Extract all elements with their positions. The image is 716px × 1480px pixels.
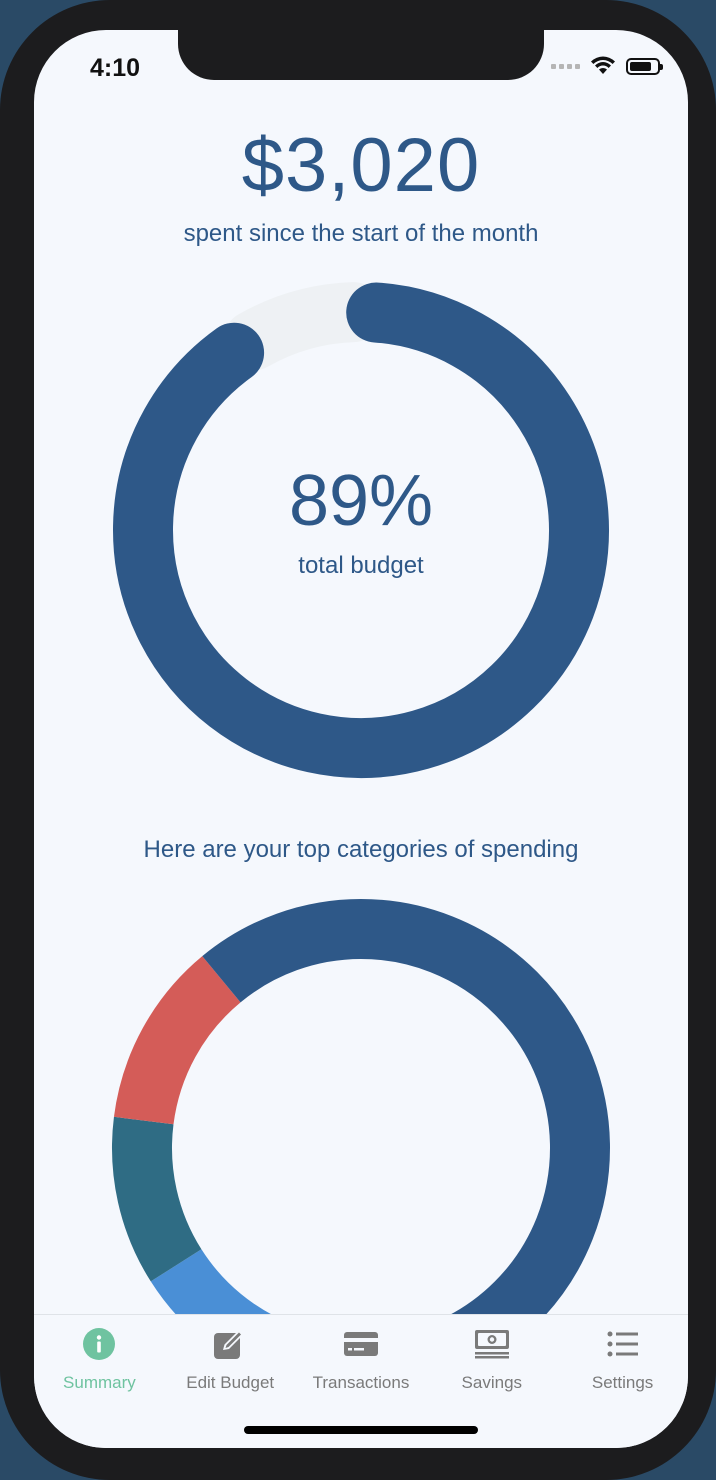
wifi-icon [591, 56, 615, 74]
budget-caption: total budget [298, 552, 424, 579]
tab-savings-label: Savings [461, 1373, 523, 1392]
cellular-signal-icon [551, 63, 580, 69]
budget-percent: 89% [288, 461, 434, 541]
battery-icon [626, 57, 663, 75]
donut-slice-4 [113, 956, 242, 1125]
tab-summary[interactable]: Summary [34, 1315, 165, 1448]
tab-transactions-label: Transactions [312, 1373, 410, 1392]
money-icon [474, 1327, 510, 1361]
tab-summary-label: Summary [63, 1373, 136, 1392]
tab-settings-label: Settings [591, 1373, 654, 1392]
spent-amount: $3,020 [241, 123, 481, 208]
credit-card-icon [343, 1327, 379, 1361]
donut-slice-3 [112, 1116, 202, 1282]
spent-caption: spent since the start of the month [183, 220, 539, 247]
edit-icon [213, 1327, 247, 1361]
donut-slice-5 [202, 899, 362, 1003]
phone-frame: 4:10 $3,020 spent since the start of the… [0, 0, 716, 1480]
status-time: 4:10 [90, 54, 141, 82]
tab-edit-budget-label: Edit Budget [186, 1373, 275, 1392]
status-icons [551, 56, 663, 76]
category-donut-chart [112, 899, 610, 1316]
list-icon [607, 1327, 639, 1361]
budget-gauge-track [223, 282, 384, 371]
categories-heading: Here are your top categories of spending [143, 836, 579, 863]
device-notch [178, 30, 544, 80]
home-indicator [244, 1426, 478, 1434]
donut-slice-2 [150, 1248, 275, 1316]
info-icon [83, 1327, 116, 1361]
app-screen: 4:10 $3,020 spent since the start of the… [34, 30, 688, 1448]
donut-slice-0 [360, 899, 610, 1316]
tab-settings[interactable]: Settings [557, 1315, 688, 1448]
